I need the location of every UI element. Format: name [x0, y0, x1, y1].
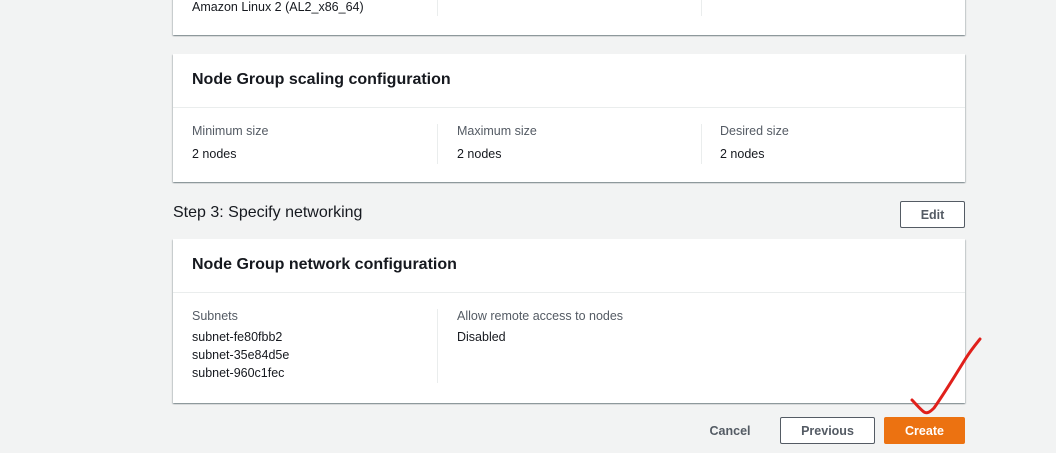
remote-access-column: Allow remote access to nodes Disabled — [457, 307, 623, 346]
column-divider — [437, 0, 438, 16]
card-title: Node Group network configuration — [192, 256, 457, 273]
ami-type-column: Amazon Linux 2 (AL2_x86_64) — [192, 0, 364, 16]
maximum-size-column: Maximum size 2 nodes — [457, 122, 537, 163]
subnet-item: subnet-35e84d5e — [192, 348, 290, 362]
minimum-size-label: Minimum size — [192, 124, 269, 138]
card-header: Node Group scaling configuration — [173, 54, 965, 108]
subnet-item: subnet-960c1fec — [192, 366, 285, 380]
maximum-size-label: Maximum size — [457, 124, 537, 138]
column-divider — [437, 309, 438, 383]
card-title: Node Group scaling configuration — [192, 71, 451, 88]
subnet-item: subnet-fe80fbb2 — [192, 330, 283, 344]
scaling-config-card: Node Group scaling configuration Minimum… — [173, 54, 965, 182]
subnets-column: Subnets subnet-fe80fbb2 subnet-35e84d5e … — [192, 307, 289, 382]
column-divider — [701, 0, 702, 16]
edit-button[interactable]: Edit — [900, 201, 965, 228]
card-header: Node Group network configuration — [173, 239, 965, 293]
desired-size-column: Desired size 2 nodes — [720, 122, 789, 163]
ami-type-value: Amazon Linux 2 (AL2_x86_64) — [192, 0, 364, 14]
minimum-size-value: 2 nodes — [192, 147, 237, 161]
cancel-button[interactable]: Cancel — [696, 417, 764, 444]
remote-access-label: Allow remote access to nodes — [457, 309, 624, 323]
network-config-card: Node Group network configuration Subnets… — [173, 239, 965, 403]
remote-access-value: Disabled — [457, 330, 506, 344]
step-3-title: Step 3: Specify networking — [173, 204, 363, 221]
desired-size-label: Desired size — [720, 124, 789, 138]
ami-config-card: Amazon Linux 2 (AL2_x86_64) — [173, 0, 965, 35]
desired-size-value: 2 nodes — [720, 147, 765, 161]
minimum-size-column: Minimum size 2 nodes — [192, 122, 268, 163]
previous-button[interactable]: Previous — [780, 417, 875, 444]
subnets-label: Subnets — [192, 309, 238, 323]
create-button[interactable]: Create — [884, 417, 965, 444]
subnets-list: subnet-fe80fbb2 subnet-35e84d5e subnet-9… — [192, 328, 289, 382]
column-divider — [701, 124, 702, 164]
maximum-size-value: 2 nodes — [457, 147, 502, 161]
column-divider — [437, 124, 438, 164]
